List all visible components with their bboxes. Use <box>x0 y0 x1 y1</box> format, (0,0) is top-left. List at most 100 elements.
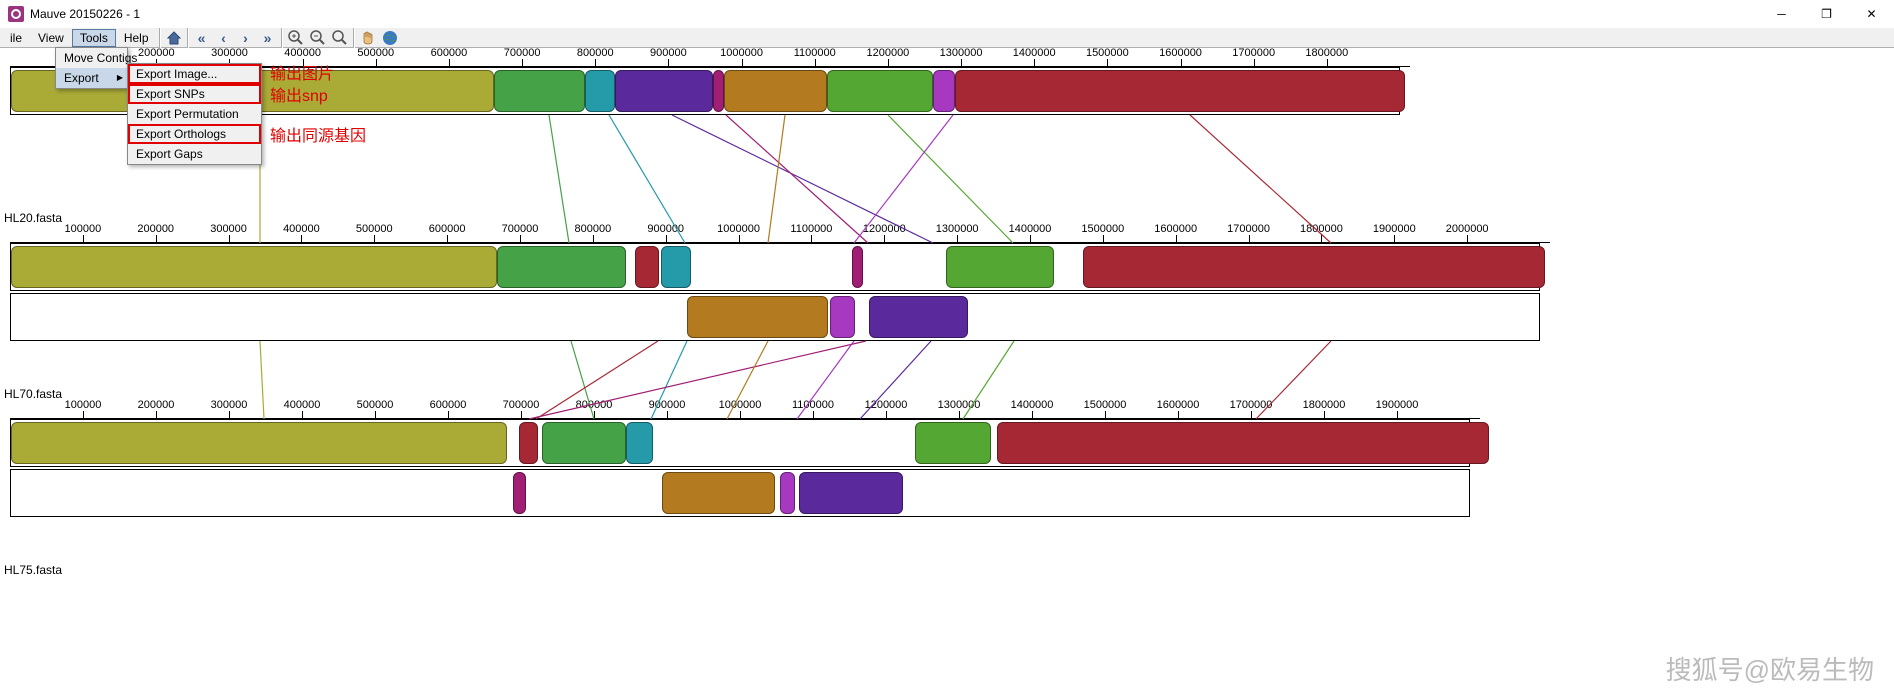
menu-file[interactable]: ile <box>2 29 30 47</box>
sequence-label: HL75.fasta <box>4 563 62 577</box>
watermark: 搜狐号@欧易生物 <box>1666 650 1874 687</box>
hand-icon[interactable] <box>357 27 379 49</box>
tick-label: 400000 <box>284 47 321 59</box>
alignment-block[interactable] <box>494 70 585 112</box>
tick-label: 1400000 <box>1011 399 1054 411</box>
menu-move-contigs[interactable]: Move Contigs <box>56 48 127 68</box>
menu-export[interactable]: Export <box>56 68 127 88</box>
alignment-block[interactable] <box>915 422 991 464</box>
tick-label: 1800000 <box>1303 399 1346 411</box>
tick-label: 1900000 <box>1373 223 1416 235</box>
alignment-block[interactable] <box>11 246 497 288</box>
submenu-export-orthologs[interactable]: Export Orthologs <box>128 124 261 144</box>
submenu-export-permutation[interactable]: Export Permutation <box>128 104 261 124</box>
zoom-out-icon[interactable] <box>307 27 329 49</box>
alignment-block[interactable] <box>542 422 625 464</box>
tick-label: 1900000 <box>1376 399 1419 411</box>
alignment-block[interactable] <box>519 422 538 464</box>
genome-track[interactable] <box>10 243 1540 291</box>
alignment-block[interactable] <box>615 70 714 112</box>
alignment-block[interactable] <box>946 246 1054 288</box>
alignment-block[interactable] <box>827 70 933 112</box>
zoom-in-icon[interactable] <box>285 27 307 49</box>
tick-label: 100000 <box>64 223 101 235</box>
submenu-export-image[interactable]: Export Image... <box>128 64 261 84</box>
alignment-block[interactable] <box>11 422 507 464</box>
tick-label: 800000 <box>576 399 613 411</box>
alignment-block[interactable] <box>713 70 724 112</box>
close-button[interactable]: ✕ <box>1849 0 1894 28</box>
alignment-block[interactable] <box>830 296 855 338</box>
tick-label: 1600000 <box>1159 47 1202 59</box>
tick-label: 1700000 <box>1230 399 1273 411</box>
tick-label: 1500000 <box>1084 399 1127 411</box>
tick-label: 1100000 <box>790 223 832 235</box>
last-icon[interactable]: » <box>257 27 279 49</box>
alignment-block[interactable] <box>799 472 903 514</box>
tick-label: 900000 <box>650 47 687 59</box>
alignment-block[interactable] <box>626 422 654 464</box>
tick-label: 200000 <box>138 47 175 59</box>
tick-label: 500000 <box>357 399 394 411</box>
tick-label: 1300000 <box>938 399 981 411</box>
genome-track[interactable] <box>10 293 1540 341</box>
next-icon[interactable]: › <box>235 27 257 49</box>
tick-label: 1400000 <box>1009 223 1052 235</box>
maximize-button[interactable]: ❐ <box>1804 0 1849 28</box>
tick-label: 600000 <box>430 399 467 411</box>
tick-label: 400000 <box>284 399 321 411</box>
alignment-block[interactable] <box>869 296 968 338</box>
tick-label: 1100000 <box>794 47 836 59</box>
annotation-image: 输出图片 <box>270 60 334 84</box>
tick-label: 1200000 <box>863 223 906 235</box>
tick-label: 1300000 <box>940 47 983 59</box>
tick-label: 700000 <box>503 399 540 411</box>
submenu-export-snps[interactable]: Export SNPs <box>128 84 261 104</box>
alignment-block[interactable] <box>662 472 774 514</box>
genome-track[interactable] <box>10 419 1470 467</box>
alignment-block[interactable] <box>724 70 826 112</box>
tick-label: 700000 <box>504 47 541 59</box>
menu-view[interactable]: View <box>30 29 72 47</box>
tick-label: 800000 <box>577 47 614 59</box>
home-icon[interactable] <box>163 27 185 49</box>
alignment-block[interactable] <box>513 472 526 514</box>
tick-label: 1000000 <box>717 223 760 235</box>
first-icon[interactable]: « <box>191 27 213 49</box>
tick-label: 200000 <box>138 399 175 411</box>
alignment-block[interactable] <box>780 472 795 514</box>
menu-tools[interactable]: Tools <box>72 29 116 47</box>
toolbar-separator <box>353 28 355 48</box>
alignment-block[interactable] <box>635 246 658 288</box>
alignment-block[interactable] <box>955 70 1405 112</box>
tick-label: 900000 <box>649 399 686 411</box>
alignment-block[interactable] <box>933 70 955 112</box>
tick-label: 700000 <box>502 223 539 235</box>
alignment-block[interactable] <box>497 246 626 288</box>
alignment-block[interactable] <box>997 422 1490 464</box>
alignment-block[interactable] <box>1083 246 1544 288</box>
tick-label: 100000 <box>65 399 102 411</box>
tick-label: 1100000 <box>792 399 834 411</box>
globe-icon[interactable] <box>379 27 401 49</box>
alignment-block[interactable] <box>687 296 828 338</box>
submenu-export-gaps[interactable]: Export Gaps <box>128 144 261 164</box>
toolbar-separator <box>159 28 161 48</box>
tick-label: 500000 <box>356 223 393 235</box>
tick-label: 900000 <box>647 223 684 235</box>
prev-icon[interactable]: ‹ <box>213 27 235 49</box>
zoom-reset-icon[interactable] <box>329 27 351 49</box>
genome-track[interactable] <box>10 469 1470 517</box>
tick-label: 1600000 <box>1154 223 1197 235</box>
alignment-viewer[interactable]: 200000 300000 400000 500000 600000 700000 8000… <box>0 49 1894 697</box>
alignment-block[interactable] <box>585 70 614 112</box>
tick-label: 300000 <box>211 47 248 59</box>
minimize-button[interactable]: ─ <box>1759 0 1804 28</box>
tick-label: 1200000 <box>866 47 909 59</box>
alignment-block[interactable] <box>661 246 692 288</box>
tick-label: 1400000 <box>1013 47 1056 59</box>
tick-label: 1800000 <box>1305 47 1348 59</box>
alignment-block[interactable] <box>852 246 864 288</box>
annotation-ortholog: 输出同源基因 <box>270 122 366 146</box>
menu-help[interactable]: Help <box>116 29 157 47</box>
